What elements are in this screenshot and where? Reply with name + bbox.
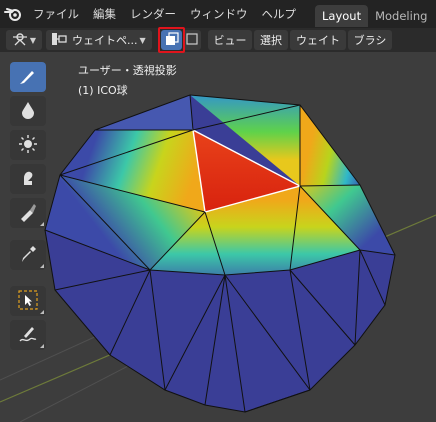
tool-select-box[interactable] (10, 286, 46, 316)
draw-brush-icon (18, 66, 38, 89)
mask-vertex-toggle[interactable] (183, 30, 201, 50)
smear-icon (18, 168, 38, 191)
tool-average[interactable] (10, 130, 46, 160)
workspace-tab-layout[interactable]: Layout (315, 4, 369, 27)
mode-selector-dropdown[interactable]: ウェイトペ... ▼ (46, 30, 152, 50)
transform-pivot-icon (12, 32, 28, 49)
top-menu-bar: ファイル 編集 レンダー ウィンドウ ヘルプ Layout Modeling (0, 0, 436, 28)
tool-variants-indicator (40, 222, 44, 226)
menu-edit[interactable]: 編集 (86, 0, 123, 28)
tool-sample-weight[interactable] (10, 240, 46, 270)
tool-blur[interactable] (10, 96, 46, 126)
sample-weight-icon (18, 244, 38, 267)
tool-draw[interactable] (10, 62, 46, 92)
tool-variants-indicator (40, 264, 44, 268)
annotate-icon (18, 324, 38, 347)
active-object-label: (1) ICO球 (78, 84, 128, 97)
chevron-down-icon: ▼ (139, 35, 146, 45)
menu-window[interactable]: ウィンドウ (183, 0, 255, 28)
viewport-header: ▼ ウェイトペ... ▼ ビュー 選択 ウェイト ブラシ (0, 28, 436, 52)
sphere-mesh (44, 94, 396, 413)
menu-view[interactable]: ビュー (208, 30, 252, 50)
tool-variants-indicator (40, 310, 44, 314)
3d-viewport[interactable]: ユーザー・透視投影 (1) ICO球 (0, 52, 436, 422)
workspace-tab-modeling[interactable]: Modeling (368, 5, 434, 27)
mask-face-toggle[interactable] (161, 30, 182, 50)
tool-variants-indicator (40, 344, 44, 348)
weight-painted-ico-sphere[interactable] (0, 52, 436, 422)
menu-brush[interactable]: ブラシ (348, 30, 392, 50)
average-icon (18, 134, 38, 157)
menu-weights[interactable]: ウェイト (290, 30, 346, 50)
mode-label: ウェイトペ... (72, 34, 138, 47)
weight-paint-mode-icon (50, 32, 68, 49)
select-box-icon (17, 289, 39, 314)
chevron-down-icon: ▼ (29, 35, 37, 45)
blur-icon (18, 100, 38, 123)
gradient-icon (18, 202, 38, 225)
tool-gradient[interactable] (10, 198, 46, 228)
tool-smear[interactable] (10, 164, 46, 194)
blender-logo-icon[interactable] (0, 0, 26, 28)
tool-annotate[interactable] (10, 320, 46, 350)
menu-select[interactable]: 選択 (254, 30, 288, 50)
menu-help[interactable]: ヘルプ (255, 0, 304, 28)
transform-pivot-dropdown[interactable]: ▼ (6, 30, 42, 50)
menu-file[interactable]: ファイル (26, 0, 86, 28)
mask-face-icon (165, 31, 179, 49)
mask-vertex-icon (186, 32, 198, 48)
menu-render[interactable]: レンダー (123, 0, 183, 28)
view-perspective-label: ユーザー・透視投影 (78, 64, 177, 77)
